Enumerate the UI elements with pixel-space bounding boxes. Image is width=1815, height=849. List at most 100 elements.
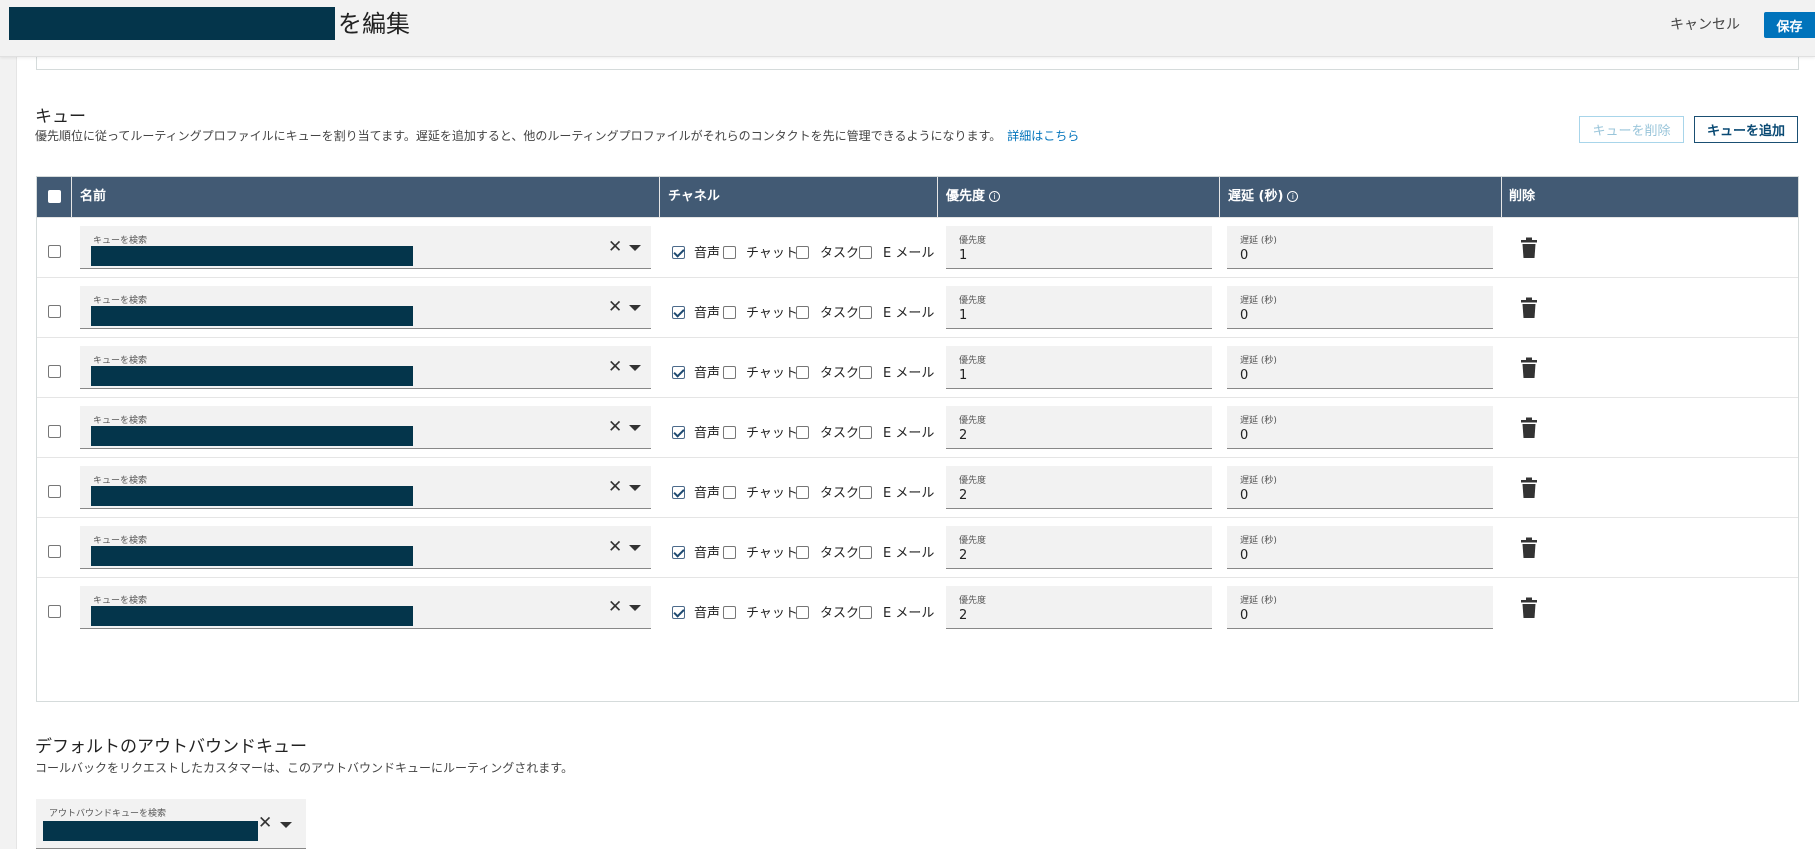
channel-checkbox[interactable] bbox=[859, 426, 872, 439]
info-icon[interactable]: i bbox=[1287, 191, 1299, 202]
channel-checkbox[interactable] bbox=[723, 426, 736, 439]
delay-input[interactable]: 遅延 (秒) 0 bbox=[1227, 286, 1493, 329]
row-select-checkbox[interactable] bbox=[48, 545, 61, 558]
clear-icon[interactable]: ✕ bbox=[608, 239, 622, 256]
trash-icon[interactable] bbox=[1519, 357, 1539, 379]
channel-checkbox[interactable] bbox=[796, 606, 809, 619]
add-queue-button[interactable]: キューを追加 bbox=[1694, 116, 1798, 143]
priority-input[interactable]: 優先度 1 bbox=[946, 286, 1212, 329]
channel-label: 音声 bbox=[694, 306, 721, 321]
channel-checkbox[interactable] bbox=[859, 366, 872, 379]
trash-icon[interactable] bbox=[1519, 597, 1539, 619]
queue-search-select[interactable]: キューを検索 ✕ bbox=[80, 586, 651, 629]
column-header-channel[interactable]: チャネル bbox=[668, 177, 720, 217]
channel-checkbox[interactable] bbox=[859, 606, 872, 619]
chevron-down-icon[interactable] bbox=[629, 365, 641, 371]
queue-search-label: キューを検索 bbox=[93, 596, 148, 606]
save-button[interactable]: 保存 bbox=[1764, 12, 1815, 38]
priority-input[interactable]: 優先度 1 bbox=[946, 226, 1212, 269]
outbound-queue-select[interactable]: アウトバウンドキューを検索 ✕ bbox=[36, 799, 306, 849]
trash-icon[interactable] bbox=[1519, 477, 1539, 499]
chevron-down-icon[interactable] bbox=[629, 545, 641, 551]
clear-icon[interactable]: ✕ bbox=[608, 419, 622, 436]
priority-input[interactable]: 優先度 2 bbox=[946, 526, 1212, 569]
priority-input[interactable]: 優先度 1 bbox=[946, 346, 1212, 389]
channel-checkbox[interactable] bbox=[796, 366, 809, 379]
channel-checkbox[interactable] bbox=[859, 306, 872, 319]
row-select-checkbox[interactable] bbox=[48, 425, 61, 438]
delay-input[interactable]: 遅延 (秒) 0 bbox=[1227, 346, 1493, 389]
delay-input[interactable]: 遅延 (秒) 0 bbox=[1227, 586, 1493, 629]
cancel-button[interactable]: キャンセル bbox=[1670, 14, 1740, 34]
channel-checkbox[interactable] bbox=[723, 246, 736, 259]
channel-checkbox[interactable] bbox=[859, 546, 872, 559]
trash-icon[interactable] bbox=[1519, 537, 1539, 559]
priority-input[interactable]: 優先度 2 bbox=[946, 406, 1212, 449]
channel-checkbox[interactable] bbox=[796, 246, 809, 259]
queue-search-label: キューを検索 bbox=[93, 356, 148, 366]
channel-checkbox[interactable] bbox=[859, 246, 872, 259]
queue-search-select[interactable]: キューを検索 ✕ bbox=[80, 466, 651, 509]
channel-checkbox[interactable] bbox=[672, 546, 685, 559]
channel-label: チャット bbox=[746, 366, 798, 381]
clear-icon[interactable]: ✕ bbox=[608, 599, 622, 616]
row-select-checkbox[interactable] bbox=[48, 605, 61, 618]
chevron-down-icon[interactable] bbox=[629, 605, 641, 611]
channel-checkbox[interactable] bbox=[723, 546, 736, 559]
priority-input[interactable]: 優先度 2 bbox=[946, 586, 1212, 629]
select-all-checkbox[interactable] bbox=[48, 190, 61, 203]
channel-checkbox[interactable] bbox=[672, 426, 685, 439]
delay-input[interactable]: 遅延 (秒) 0 bbox=[1227, 406, 1493, 449]
queue-search-select[interactable]: キューを検索 ✕ bbox=[80, 526, 651, 569]
row-select-checkbox[interactable] bbox=[48, 305, 61, 318]
row-select-checkbox[interactable] bbox=[48, 485, 61, 498]
trash-icon[interactable] bbox=[1519, 417, 1539, 439]
chevron-down-icon[interactable] bbox=[629, 485, 641, 491]
channel-checkbox[interactable] bbox=[796, 486, 809, 499]
channel-checkbox[interactable] bbox=[859, 486, 872, 499]
row-select-checkbox[interactable] bbox=[48, 245, 61, 258]
queue-search-select[interactable]: キューを検索 ✕ bbox=[80, 346, 651, 389]
channel-checkbox[interactable] bbox=[723, 486, 736, 499]
channel-checkbox[interactable] bbox=[723, 366, 736, 379]
chevron-down-icon[interactable] bbox=[629, 305, 641, 311]
trash-icon[interactable] bbox=[1519, 237, 1539, 259]
delay-input[interactable]: 遅延 (秒) 0 bbox=[1227, 526, 1493, 569]
redacted-queue-name bbox=[91, 606, 413, 626]
channel-checkbox[interactable] bbox=[723, 606, 736, 619]
channel-checkbox[interactable] bbox=[672, 246, 685, 259]
redacted-queue-name bbox=[91, 426, 413, 446]
clear-icon[interactable]: ✕ bbox=[608, 479, 622, 496]
delay-input[interactable]: 遅延 (秒) 0 bbox=[1227, 226, 1493, 269]
info-icon[interactable]: i bbox=[989, 191, 1001, 202]
clear-icon[interactable]: ✕ bbox=[258, 815, 272, 832]
channel-checkbox[interactable] bbox=[796, 426, 809, 439]
remove-queue-button[interactable]: キューを削除 bbox=[1579, 116, 1684, 143]
channel-checkbox[interactable] bbox=[723, 306, 736, 319]
clear-icon[interactable]: ✕ bbox=[608, 539, 622, 556]
chevron-down-icon[interactable] bbox=[629, 425, 641, 431]
details-link[interactable]: 詳細はこちら bbox=[1007, 129, 1079, 143]
priority-input[interactable]: 優先度 2 bbox=[946, 466, 1212, 509]
channel-checkbox[interactable] bbox=[796, 306, 809, 319]
clear-icon[interactable]: ✕ bbox=[608, 359, 622, 376]
channel-checkbox[interactable] bbox=[672, 606, 685, 619]
delay-input[interactable]: 遅延 (秒) 0 bbox=[1227, 466, 1493, 509]
channel-checkbox[interactable] bbox=[796, 546, 809, 559]
chevron-down-icon[interactable] bbox=[629, 245, 641, 251]
clear-icon[interactable]: ✕ bbox=[608, 299, 622, 316]
column-divider bbox=[659, 177, 660, 217]
row-select-checkbox[interactable] bbox=[48, 365, 61, 378]
trash-icon[interactable] bbox=[1519, 297, 1539, 319]
queue-search-select[interactable]: キューを検索 ✕ bbox=[80, 406, 651, 449]
column-header-priority[interactable]: 優先度 i bbox=[946, 177, 1001, 217]
channel-checkbox[interactable] bbox=[672, 366, 685, 379]
previous-panel-edge bbox=[36, 57, 1799, 70]
column-header-delay[interactable]: 遅延 (秒) i bbox=[1228, 177, 1299, 217]
chevron-down-icon[interactable] bbox=[280, 822, 292, 828]
channel-checkbox[interactable] bbox=[672, 486, 685, 499]
queue-search-select[interactable]: キューを検索 ✕ bbox=[80, 226, 651, 269]
channel-checkbox[interactable] bbox=[672, 306, 685, 319]
queue-search-select[interactable]: キューを検索 ✕ bbox=[80, 286, 651, 329]
column-header-name[interactable]: 名前 bbox=[80, 177, 106, 217]
